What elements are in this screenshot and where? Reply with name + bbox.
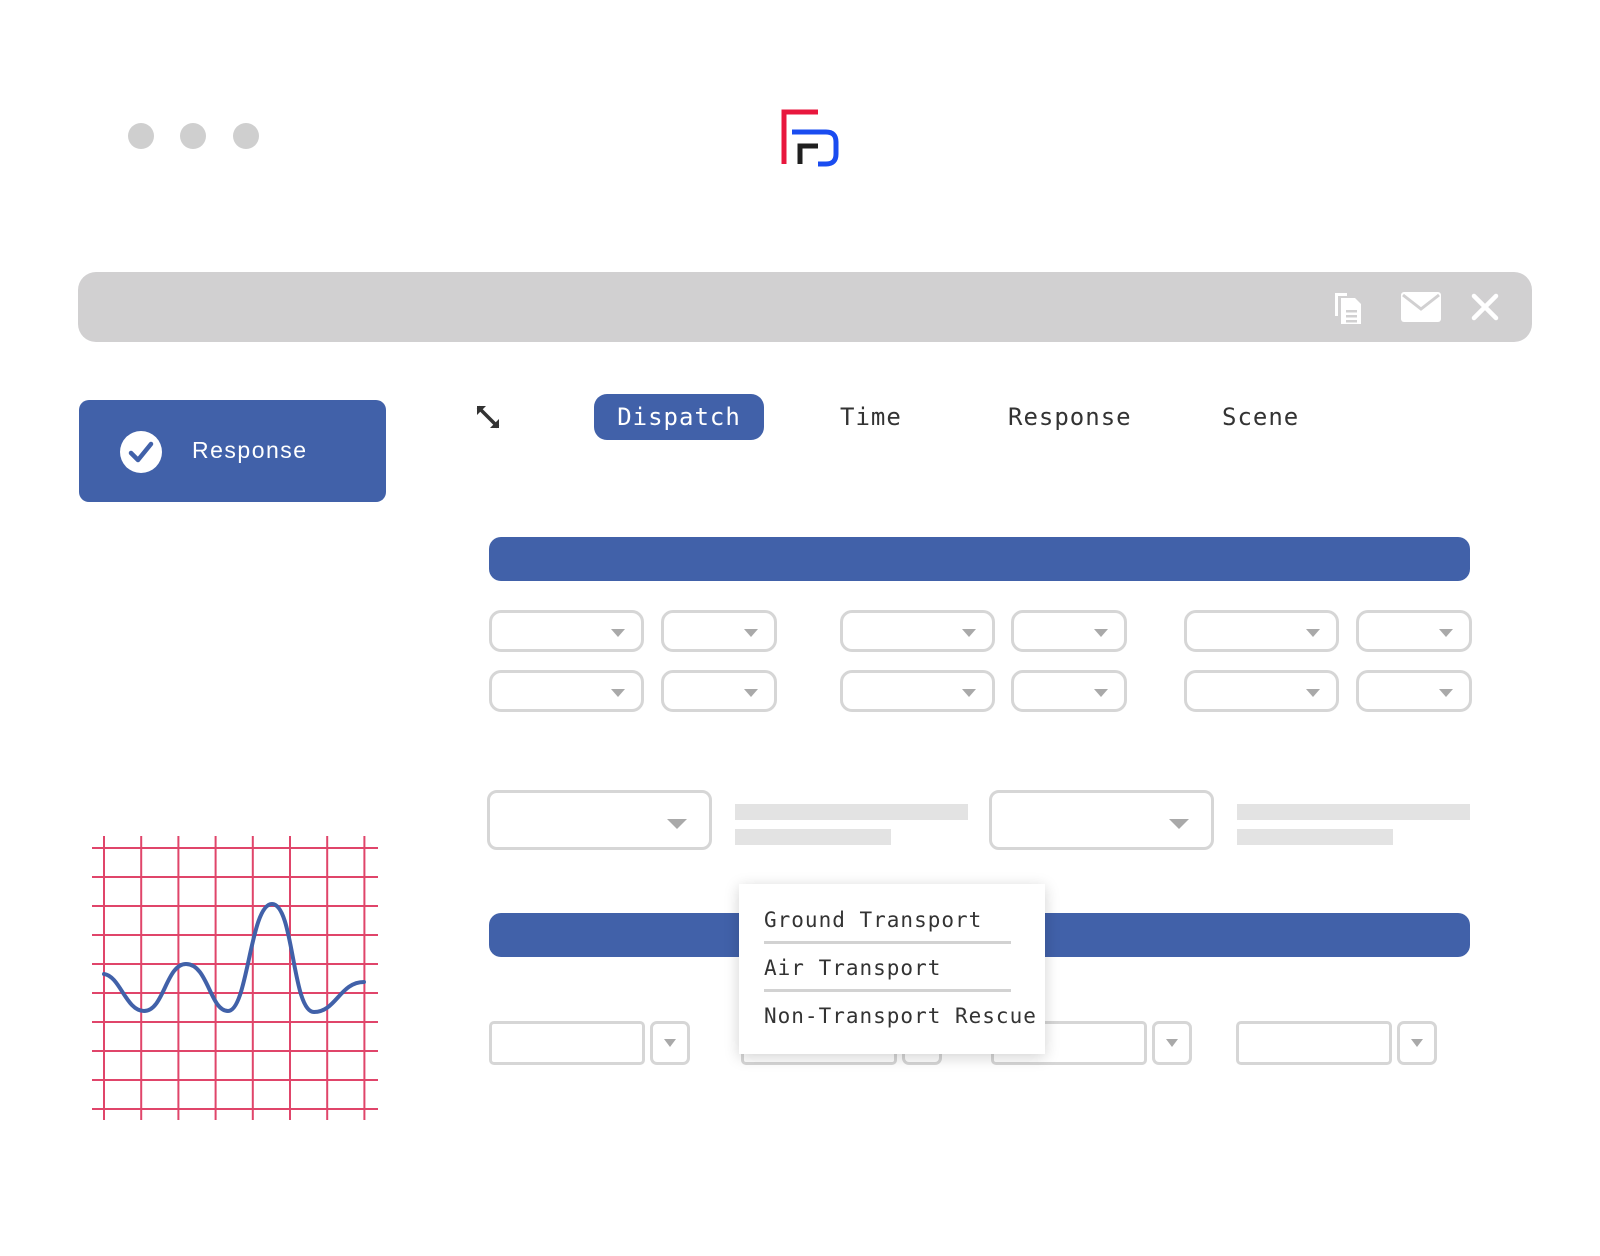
dropdown[interactable] [1184, 670, 1339, 712]
placeholder-line [1237, 829, 1393, 845]
ecg-chart [92, 836, 378, 1120]
placeholder-line [735, 829, 891, 845]
dropdown[interactable] [1356, 670, 1472, 712]
dropdown[interactable] [840, 670, 995, 712]
copy-icon[interactable] [1331, 290, 1367, 326]
chevron-down-icon [962, 629, 976, 637]
menu-item-non-transport-rescue[interactable]: Non-Transport Rescue [764, 1004, 1037, 1028]
dropdown[interactable] [661, 610, 777, 652]
menu-item-ground-transport[interactable]: Ground Transport [764, 908, 982, 932]
close-icon[interactable] [1471, 293, 1499, 321]
dropdown[interactable] [1011, 610, 1127, 652]
dropdown[interactable] [661, 670, 777, 712]
tab-time[interactable]: Time [840, 394, 902, 440]
tab-response[interactable]: Response [1008, 394, 1132, 440]
chevron-down-icon [744, 689, 758, 697]
text-field[interactable] [1236, 1021, 1392, 1065]
large-dropdown[interactable] [989, 790, 1214, 850]
dropdown-button[interactable] [1397, 1021, 1437, 1065]
menu-divider [764, 941, 1011, 944]
chevron-down-icon [1166, 1039, 1178, 1047]
chevron-down-icon [1169, 819, 1189, 829]
app-logo [780, 108, 840, 168]
response-card[interactable]: Response [79, 400, 386, 502]
window-close-dot[interactable] [128, 123, 154, 149]
chevron-down-icon [611, 629, 625, 637]
menu-divider [764, 989, 1011, 992]
chevron-down-icon [1411, 1039, 1423, 1047]
text-field[interactable] [489, 1021, 645, 1065]
tab-scene[interactable]: Scene [1222, 394, 1299, 440]
chevron-down-icon [1439, 629, 1453, 637]
tab-dispatch[interactable]: Dispatch [594, 394, 764, 440]
dropdown[interactable] [489, 610, 644, 652]
menu-item-air-transport[interactable]: Air Transport [764, 956, 941, 980]
mail-icon[interactable] [1401, 292, 1441, 322]
dropdown[interactable] [840, 610, 995, 652]
response-card-label: Response [192, 437, 308, 463]
chevron-down-icon [1306, 689, 1320, 697]
dropdown[interactable] [1011, 670, 1127, 712]
large-dropdown[interactable] [487, 790, 712, 850]
expand-icon[interactable] [475, 404, 501, 430]
dropdown-button[interactable] [650, 1021, 690, 1065]
chevron-down-icon [664, 1039, 676, 1047]
check-circle-icon [120, 431, 162, 473]
window-zoom-dot[interactable] [233, 123, 259, 149]
dropdown[interactable] [489, 670, 644, 712]
chevron-down-icon [611, 689, 625, 697]
section-header-bar [489, 537, 1470, 581]
dropdown-button[interactable] [1152, 1021, 1192, 1065]
dropdown-menu: Ground Transport Air Transport Non-Trans… [739, 884, 1045, 1054]
toolbar [78, 272, 1532, 342]
chevron-down-icon [667, 819, 687, 829]
placeholder-line [735, 804, 968, 820]
window-minimize-dot[interactable] [180, 123, 206, 149]
chevron-down-icon [962, 689, 976, 697]
dropdown[interactable] [1356, 610, 1472, 652]
chevron-down-icon [1439, 689, 1453, 697]
chevron-down-icon [1094, 689, 1108, 697]
chevron-down-icon [744, 629, 758, 637]
ecg-grid-icon [92, 836, 378, 1120]
placeholder-line [1237, 804, 1470, 820]
chevron-down-icon [1306, 629, 1320, 637]
chevron-down-icon [1094, 629, 1108, 637]
dropdown[interactable] [1184, 610, 1339, 652]
